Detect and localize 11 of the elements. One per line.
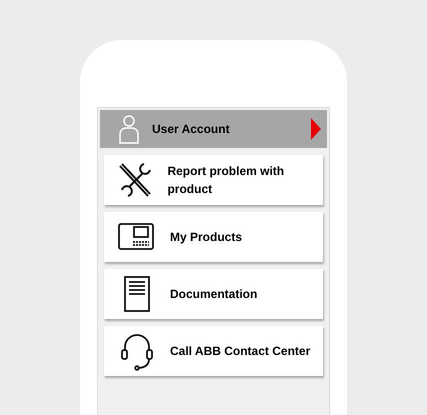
user-account-title: User Account: [152, 121, 231, 138]
person-icon: [118, 114, 140, 144]
menu-item[interactable]: My Products: [104, 212, 323, 262]
document-icon: [123, 275, 151, 313]
menu-item[interactable]: Report problem with product: [104, 155, 323, 205]
menu-item[interactable]: Documentation: [104, 269, 323, 319]
device-icon: [117, 222, 157, 252]
menu-item[interactable]: Call ABB Contact Center: [104, 326, 323, 376]
headset-icon: [119, 331, 155, 371]
triangle-icon: [311, 118, 321, 140]
user-account-bar[interactable]: User Account: [100, 110, 327, 148]
